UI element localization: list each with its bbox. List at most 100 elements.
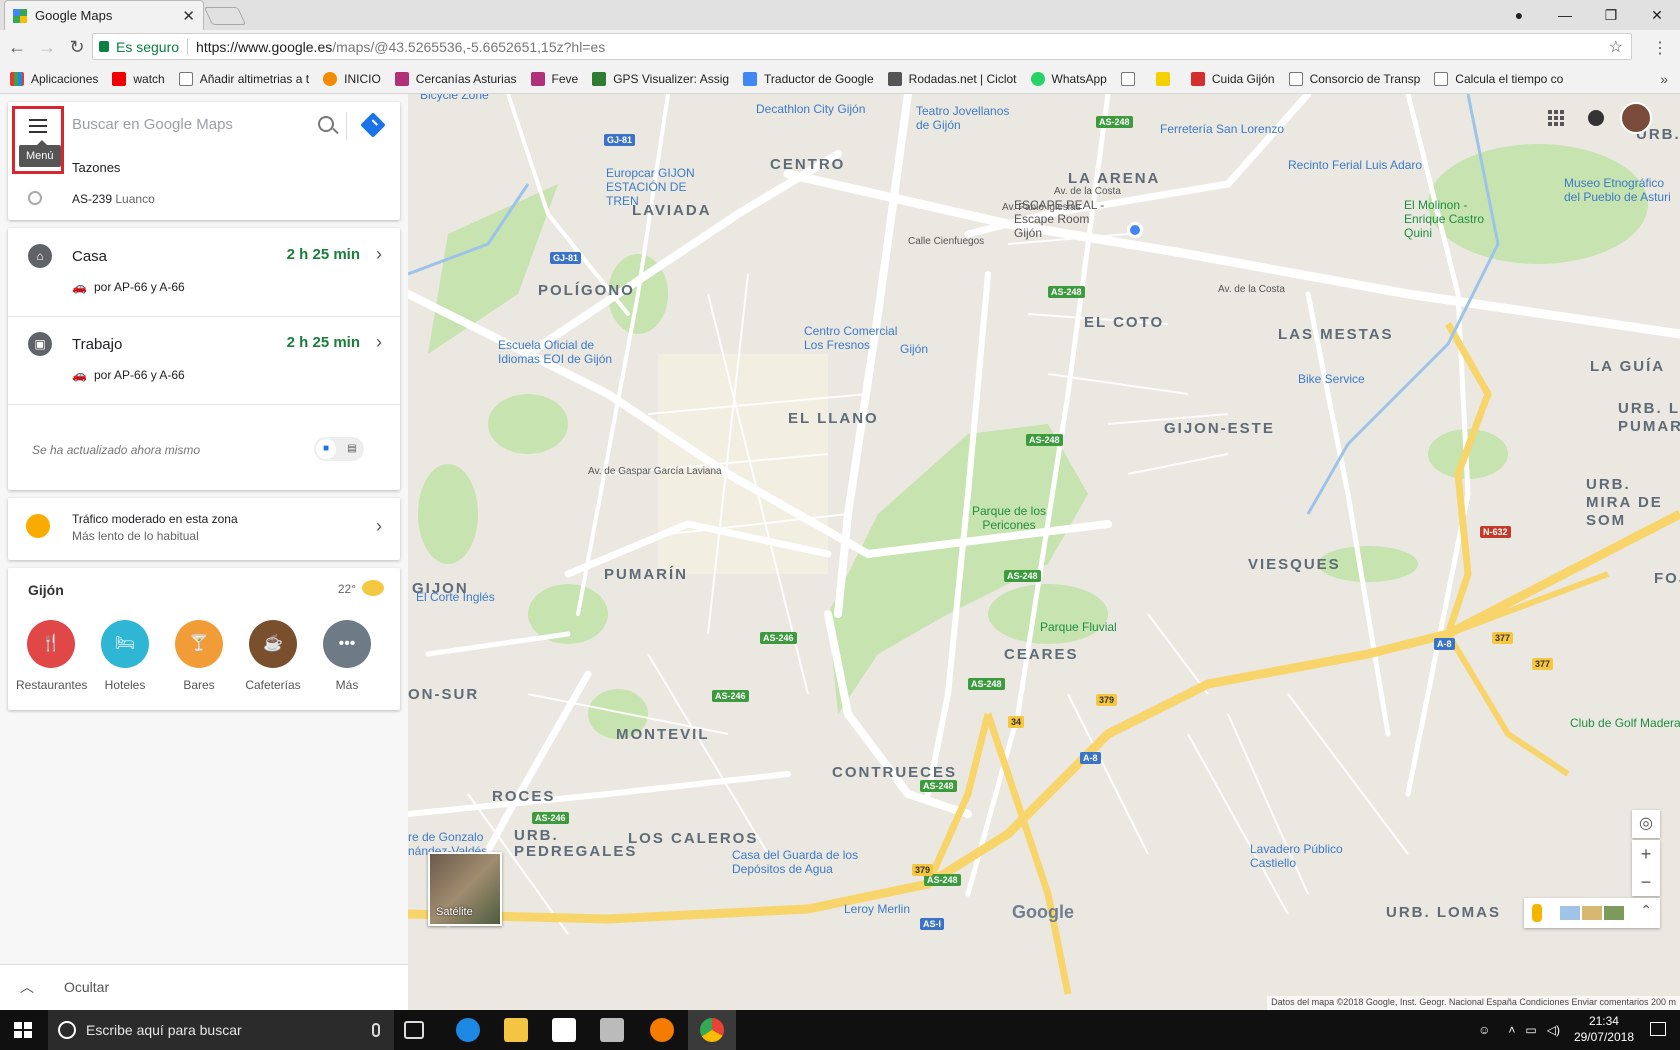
hide-panel-bar[interactable]: ︿ Ocultar [0, 964, 408, 1010]
store-icon[interactable] [600, 1018, 624, 1042]
zoom-out-button[interactable]: − [1632, 868, 1660, 896]
bookmark-page[interactable] [1120, 71, 1142, 86]
volume-icon[interactable]: ◁) [1547, 1023, 1560, 1037]
satellite-toggle[interactable]: Satélite [428, 852, 502, 926]
forward-icon[interactable]: → [34, 37, 60, 58]
category-hoteles[interactable]: 🛏 Hoteles [90, 620, 160, 692]
poi-bike-service[interactable]: Bike Service [1298, 372, 1365, 386]
people-icon[interactable]: ☺ [1478, 1023, 1490, 1037]
bookmark-whatsapp[interactable]: WhatsApp [1030, 71, 1107, 86]
firefox-icon[interactable] [650, 1018, 674, 1042]
poi-casa-guarda[interactable]: Casa del Guarda de los Depósitos de Agua [732, 848, 872, 876]
tab-close-icon[interactable]: ✕ [182, 7, 195, 25]
minimize-button[interactable]: — [1542, 7, 1588, 23]
route-casa[interactable]: ⌂ Casa 2 h 25 min › 🚗 por AP-66 y A-66 [8, 228, 400, 316]
poi-teatro-jovellanos[interactable]: Teatro Jovellanos de Gijón [916, 104, 1026, 132]
car-mode-icon[interactable]: ■ [316, 439, 336, 459]
poi-europcar[interactable]: Europcar GIJON ESTACIÓN DE TREN [606, 166, 722, 208]
travel-mode-toggle[interactable]: ■ ▤ [314, 437, 364, 461]
poi-molinon[interactable]: El Molinon - Enrique Castro Quini [1404, 198, 1504, 240]
poi-parque-fluvial[interactable]: Parque Fluvial [1040, 620, 1117, 634]
route-trabajo[interactable]: ▣ Trabajo 2 h 25 min › 🚗 por AP-66 y A-6… [8, 316, 400, 404]
bookmark-star-icon[interactable]: ☆ [1609, 37, 1623, 57]
poi-ferreteria[interactable]: Ferretería San Lorenzo [1160, 122, 1284, 136]
poi-museo-etnografico[interactable]: Museo Etnográfico del Pueblo de Asturi [1564, 176, 1680, 204]
bookmark-altimetrias[interactable]: Añadir altimetrias a t [178, 71, 309, 86]
layer-thumb-icon[interactable] [1582, 906, 1602, 920]
bookmark-cuida-gijon[interactable]: Cuida Gijón [1190, 71, 1275, 86]
bookmark-watch[interactable]: watch [112, 71, 165, 86]
suggestion-as239[interactable]: AS-239 Luanco [72, 192, 155, 206]
back-icon[interactable]: ← [4, 37, 30, 58]
new-tab-button[interactable] [203, 7, 247, 25]
action-center-icon[interactable] [1650, 1022, 1666, 1036]
area-label: CEARES [1004, 646, 1079, 663]
poi-bicycle-zone[interactable]: Bicycle Zone [420, 94, 489, 102]
edge-icon[interactable] [456, 1018, 480, 1042]
pegman-icon[interactable] [1532, 904, 1542, 922]
task-view-icon[interactable] [404, 1021, 424, 1039]
taskbar-search[interactable]: Escribe aquí para buscar [48, 1010, 394, 1050]
more-icon: ••• [323, 620, 371, 668]
search-input[interactable] [72, 116, 312, 133]
search-icon[interactable] [318, 116, 334, 132]
poi-lavadero[interactable]: Lavadero Público Castiello [1250, 842, 1350, 870]
bookmark-gps-visualizer[interactable]: GPS Visualizer: Assig [592, 71, 729, 86]
apps-grid-icon[interactable] [1548, 110, 1564, 126]
network-icon[interactable]: ▭ [1525, 1023, 1536, 1037]
bookmark-traductor[interactable]: Traductor de Google [743, 71, 874, 86]
my-location-icon[interactable]: ◎ [1632, 810, 1660, 838]
poi-leroy-merlin[interactable]: Leroy Merlin [844, 902, 910, 916]
directions-icon[interactable] [360, 112, 386, 138]
poi-decathlon[interactable]: Decathlon City Gijón [756, 102, 865, 116]
bookmark-apps[interactable]: Aplicaciones [10, 71, 98, 86]
windows-start-icon[interactable] [14, 1022, 32, 1038]
traffic-card[interactable]: Tráfico moderado en esta zona Más lento … [8, 498, 400, 560]
bookmark-consorcio[interactable]: Consorcio de Transp [1288, 71, 1420, 86]
suggestion-tazones[interactable]: Tazones [72, 160, 120, 175]
chevron-up-icon[interactable]: ⌃ [1640, 902, 1652, 919]
bookmark-calcula-tiempo[interactable]: Calcula el tiempo co [1434, 71, 1563, 86]
file-explorer-icon[interactable] [504, 1018, 528, 1042]
poi-los-fresnos[interactable]: Centro Comercial Los Fresnos [804, 324, 904, 352]
bed-icon: 🛏 [101, 620, 149, 668]
poi-recinto-ferial[interactable]: Recinto Ferial Luis Adaro [1288, 158, 1422, 172]
history-icon [28, 191, 42, 205]
map-canvas[interactable]: CENTRO LA ARENA LAVIADA POLÍGONO EL COTO… [408, 94, 1680, 1010]
maps-app: Menú Tazones AS-239 Luanco ⌂ Casa 2 h 25… [0, 94, 1680, 1010]
avatar[interactable] [1620, 102, 1652, 134]
profile-icon[interactable]: ● [1496, 7, 1542, 23]
tab-google-maps[interactable]: Google Maps ✕ [4, 0, 204, 30]
mail-icon[interactable] [552, 1018, 576, 1042]
chevron-up-icon[interactable]: ˄ [1508, 1023, 1515, 1037]
bookmark-cercanias[interactable]: Cercanías Asturias [394, 71, 517, 86]
transit-mode-icon[interactable]: ▤ [342, 439, 362, 459]
reload-icon[interactable]: ↻ [64, 37, 90, 58]
menu-button[interactable]: Menú [12, 106, 64, 174]
close-window-button[interactable]: ✕ [1634, 7, 1680, 24]
browser-menu-icon[interactable]: ⋮ [1652, 38, 1668, 58]
category-restaurantes[interactable]: 🍴 Restaurantes [16, 620, 87, 692]
category-cafeterias[interactable]: ☕ Cafeterías [238, 620, 308, 692]
poi-gijon[interactable]: Gijón [900, 342, 928, 356]
poi-pericones[interactable]: Parque de los Pericones [964, 504, 1054, 532]
layer-thumb-icon[interactable] [1560, 906, 1580, 920]
poi-corte-ingles[interactable]: El Corte Inglés [416, 590, 495, 604]
poi-club-golf[interactable]: Club de Golf Madera [1570, 716, 1680, 730]
zoom-in-button[interactable]: + [1632, 840, 1660, 868]
sidebar: Menú Tazones AS-239 Luanco ⌂ Casa 2 h 25… [0, 94, 408, 1010]
maximize-button[interactable]: ❐ [1588, 7, 1634, 24]
category-bares[interactable]: 🍸 Bares [164, 620, 234, 692]
bookmarks-overflow-icon[interactable]: » [1660, 71, 1668, 87]
bookmark-inicio[interactable]: INICIO [323, 71, 381, 86]
bookmark-rodadas[interactable]: Rodadas.net | Ciclot [887, 71, 1017, 86]
microphone-icon[interactable] [372, 1023, 380, 1037]
layer-thumb-icon[interactable] [1604, 906, 1624, 920]
category-mas[interactable]: ••• Más [312, 620, 382, 692]
notifications-icon[interactable] [1588, 110, 1604, 126]
poi-eoi[interactable]: Escuela Oficial de Idiomas EOI de Gijón [498, 338, 638, 366]
bookmark-flag[interactable] [1155, 71, 1177, 86]
address-bar[interactable]: Es seguro https://www.google.es /maps/@4… [92, 33, 1632, 60]
taskbar-clock[interactable]: 21:34 29/07/2018 [1574, 1013, 1634, 1045]
bookmark-feve[interactable]: Feve [530, 71, 578, 86]
